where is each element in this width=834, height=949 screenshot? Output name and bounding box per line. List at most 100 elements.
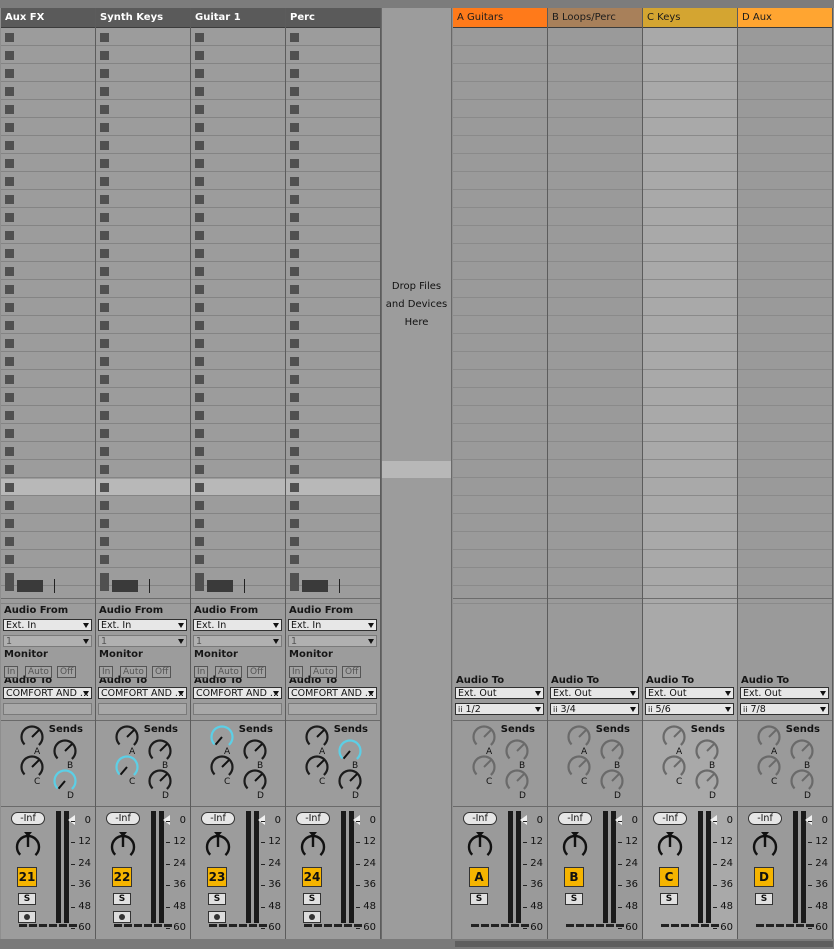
clip-slot[interactable] bbox=[1, 209, 95, 226]
volume-field[interactable]: -Inf bbox=[106, 812, 140, 825]
clip-slot[interactable] bbox=[1, 263, 95, 280]
clip-stop-icon[interactable] bbox=[195, 177, 204, 186]
clip-slot[interactable] bbox=[96, 425, 190, 442]
monitor-off-button[interactable]: Off bbox=[247, 666, 267, 678]
clip-slot[interactable] bbox=[96, 209, 190, 226]
clip-slot[interactable] bbox=[286, 371, 380, 388]
clip-slot[interactable] bbox=[191, 533, 285, 550]
clip-stop-icon[interactable] bbox=[290, 249, 299, 258]
clip-stop-icon[interactable] bbox=[195, 213, 204, 222]
clip-slot[interactable] bbox=[191, 137, 285, 154]
clip-slot[interactable] bbox=[1, 497, 95, 514]
clip-slot[interactable] bbox=[96, 461, 190, 478]
stop-all-icon[interactable] bbox=[100, 582, 109, 591]
monitor-auto-button[interactable]: Auto bbox=[310, 666, 337, 678]
clip-stop-icon[interactable] bbox=[100, 483, 109, 492]
solo-button[interactable]: S bbox=[208, 893, 226, 905]
clip-stop-icon[interactable] bbox=[100, 213, 109, 222]
pan-knob[interactable] bbox=[106, 829, 146, 869]
clip-stop-icon[interactable] bbox=[290, 555, 299, 564]
clip-stop-icon[interactable] bbox=[195, 555, 204, 564]
send-knob-c[interactable]: C bbox=[754, 752, 784, 787]
monitor-off-button[interactable]: Off bbox=[152, 666, 172, 678]
send-knob-b[interactable]: B bbox=[335, 736, 365, 771]
clip-slot[interactable] bbox=[1, 317, 95, 334]
clip-stop-icon[interactable] bbox=[195, 123, 204, 132]
volume-field[interactable]: -Inf bbox=[463, 812, 497, 825]
clip-stop-icon[interactable] bbox=[290, 483, 299, 492]
clip-stop-icon[interactable] bbox=[5, 339, 14, 348]
send-knob-d[interactable]: D bbox=[502, 766, 532, 801]
clip-stop-icon[interactable] bbox=[5, 303, 14, 312]
send-knob-a[interactable]: A bbox=[659, 722, 689, 757]
clip-slot[interactable] bbox=[191, 65, 285, 82]
clip-stop-icon[interactable] bbox=[290, 465, 299, 474]
clip-stop-icon[interactable] bbox=[100, 357, 109, 366]
clip-stop-icon[interactable] bbox=[290, 33, 299, 42]
clip-stop-icon[interactable] bbox=[100, 339, 109, 348]
pan-knob[interactable] bbox=[296, 829, 336, 869]
clip-stop-icon[interactable] bbox=[100, 537, 109, 546]
clip-stop-icon[interactable] bbox=[195, 33, 204, 42]
send-knob-b[interactable]: B bbox=[240, 736, 270, 771]
clip-slot[interactable] bbox=[1, 443, 95, 460]
clip-slot[interactable] bbox=[1, 353, 95, 370]
clip-stop-icon[interactable] bbox=[195, 69, 204, 78]
pan-knob[interactable] bbox=[463, 829, 503, 869]
clip-stop-icon[interactable] bbox=[195, 447, 204, 456]
clip-stop-icon[interactable] bbox=[100, 447, 109, 456]
clip-stop-icon[interactable] bbox=[100, 321, 109, 330]
clip-stop-icon[interactable] bbox=[100, 411, 109, 420]
clip-slot[interactable] bbox=[191, 389, 285, 406]
clip-slot[interactable] bbox=[286, 263, 380, 280]
clip-slot[interactable] bbox=[286, 281, 380, 298]
clip-slot[interactable] bbox=[96, 227, 190, 244]
clip-stop-icon[interactable] bbox=[195, 501, 204, 510]
clip-stop-icon[interactable] bbox=[100, 429, 109, 438]
clip-slot[interactable] bbox=[1, 461, 95, 478]
output-channel-select[interactable]: ii 1/2 bbox=[455, 703, 544, 715]
clip-slot[interactable] bbox=[96, 173, 190, 190]
send-knob-b[interactable]: B bbox=[787, 736, 817, 771]
clip-slot[interactable] bbox=[286, 299, 380, 316]
clip-stop-icon[interactable] bbox=[290, 69, 299, 78]
clip-slot[interactable] bbox=[191, 83, 285, 100]
clip-slot[interactable] bbox=[191, 263, 285, 280]
clip-stop-icon[interactable] bbox=[290, 321, 299, 330]
track-header[interactable]: Guitar 1 bbox=[191, 8, 285, 28]
clip-stop-icon[interactable] bbox=[195, 249, 204, 258]
stop-all-icon[interactable] bbox=[290, 582, 299, 591]
clip-slot[interactable] bbox=[96, 551, 190, 568]
clip-slot[interactable] bbox=[286, 47, 380, 64]
clip-slot[interactable] bbox=[96, 479, 190, 496]
clip-stop-icon[interactable] bbox=[290, 213, 299, 222]
audio-to-select[interactable]: Ext. Out bbox=[740, 687, 829, 699]
clip-slot[interactable] bbox=[96, 137, 190, 154]
clip-stop-icon[interactable] bbox=[195, 411, 204, 420]
clip-slot[interactable] bbox=[286, 191, 380, 208]
send-knob-c[interactable]: C bbox=[302, 752, 332, 787]
clip-slot[interactable] bbox=[191, 353, 285, 370]
clip-slot[interactable] bbox=[286, 425, 380, 442]
solo-button[interactable]: S bbox=[303, 893, 321, 905]
input-channel-select[interactable]: 1 bbox=[3, 635, 92, 647]
clip-slot[interactable] bbox=[96, 29, 190, 46]
audio-from-select[interactable]: Ext. In bbox=[193, 619, 282, 631]
send-knob-c[interactable]: C bbox=[17, 752, 47, 787]
clip-stop-icon[interactable] bbox=[195, 231, 204, 240]
clip-stop-icon[interactable] bbox=[5, 357, 14, 366]
send-knob-c[interactable]: C bbox=[469, 752, 499, 787]
audio-from-select[interactable]: Ext. In bbox=[98, 619, 187, 631]
clip-slot[interactable] bbox=[1, 29, 95, 46]
clip-stop-icon[interactable] bbox=[5, 375, 14, 384]
audio-to-select[interactable]: Ext. Out bbox=[645, 687, 734, 699]
clip-slot[interactable] bbox=[191, 515, 285, 532]
track-number-badge[interactable]: 24 bbox=[302, 867, 322, 887]
clip-stop-icon[interactable] bbox=[5, 123, 14, 132]
audio-to-select[interactable]: COMFORT AND ... bbox=[288, 687, 377, 699]
clip-stop-icon[interactable] bbox=[290, 195, 299, 204]
clip-slot[interactable] bbox=[1, 155, 95, 172]
clip-stop-icon[interactable] bbox=[290, 177, 299, 186]
clip-stop-icon[interactable] bbox=[290, 123, 299, 132]
clip-stop-icon[interactable] bbox=[290, 141, 299, 150]
